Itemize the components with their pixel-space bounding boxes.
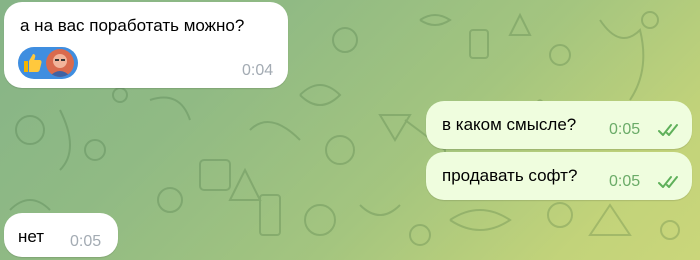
message-time: 0:05 — [609, 173, 641, 190]
thumbs-up-icon — [24, 54, 42, 72]
reaction-pill[interactable] — [18, 47, 78, 79]
message-bubble-incoming[interactable]: нет 0:05 — [4, 213, 118, 257]
message-time: 0:05 — [70, 233, 102, 250]
reactor-avatar — [46, 49, 74, 77]
message-bubble-outgoing[interactable]: в каком смысле? 0:05 — [426, 101, 692, 149]
message-text: нет — [18, 227, 45, 246]
message-text: в каком смысле? — [442, 115, 577, 134]
message-time: 0:05 — [609, 121, 641, 138]
message-text: а на вас поработать можно? — [20, 16, 245, 35]
message-time: 0:04 — [242, 62, 274, 79]
message-bubble-incoming[interactable]: а на вас поработать можно? 0:04 — [4, 2, 288, 88]
message-text: продавать софт? — [442, 166, 578, 185]
read-checkmarks-icon — [658, 124, 678, 136]
read-checkmarks-icon — [658, 176, 678, 188]
message-bubble-outgoing[interactable]: продавать софт? 0:05 — [426, 152, 692, 200]
